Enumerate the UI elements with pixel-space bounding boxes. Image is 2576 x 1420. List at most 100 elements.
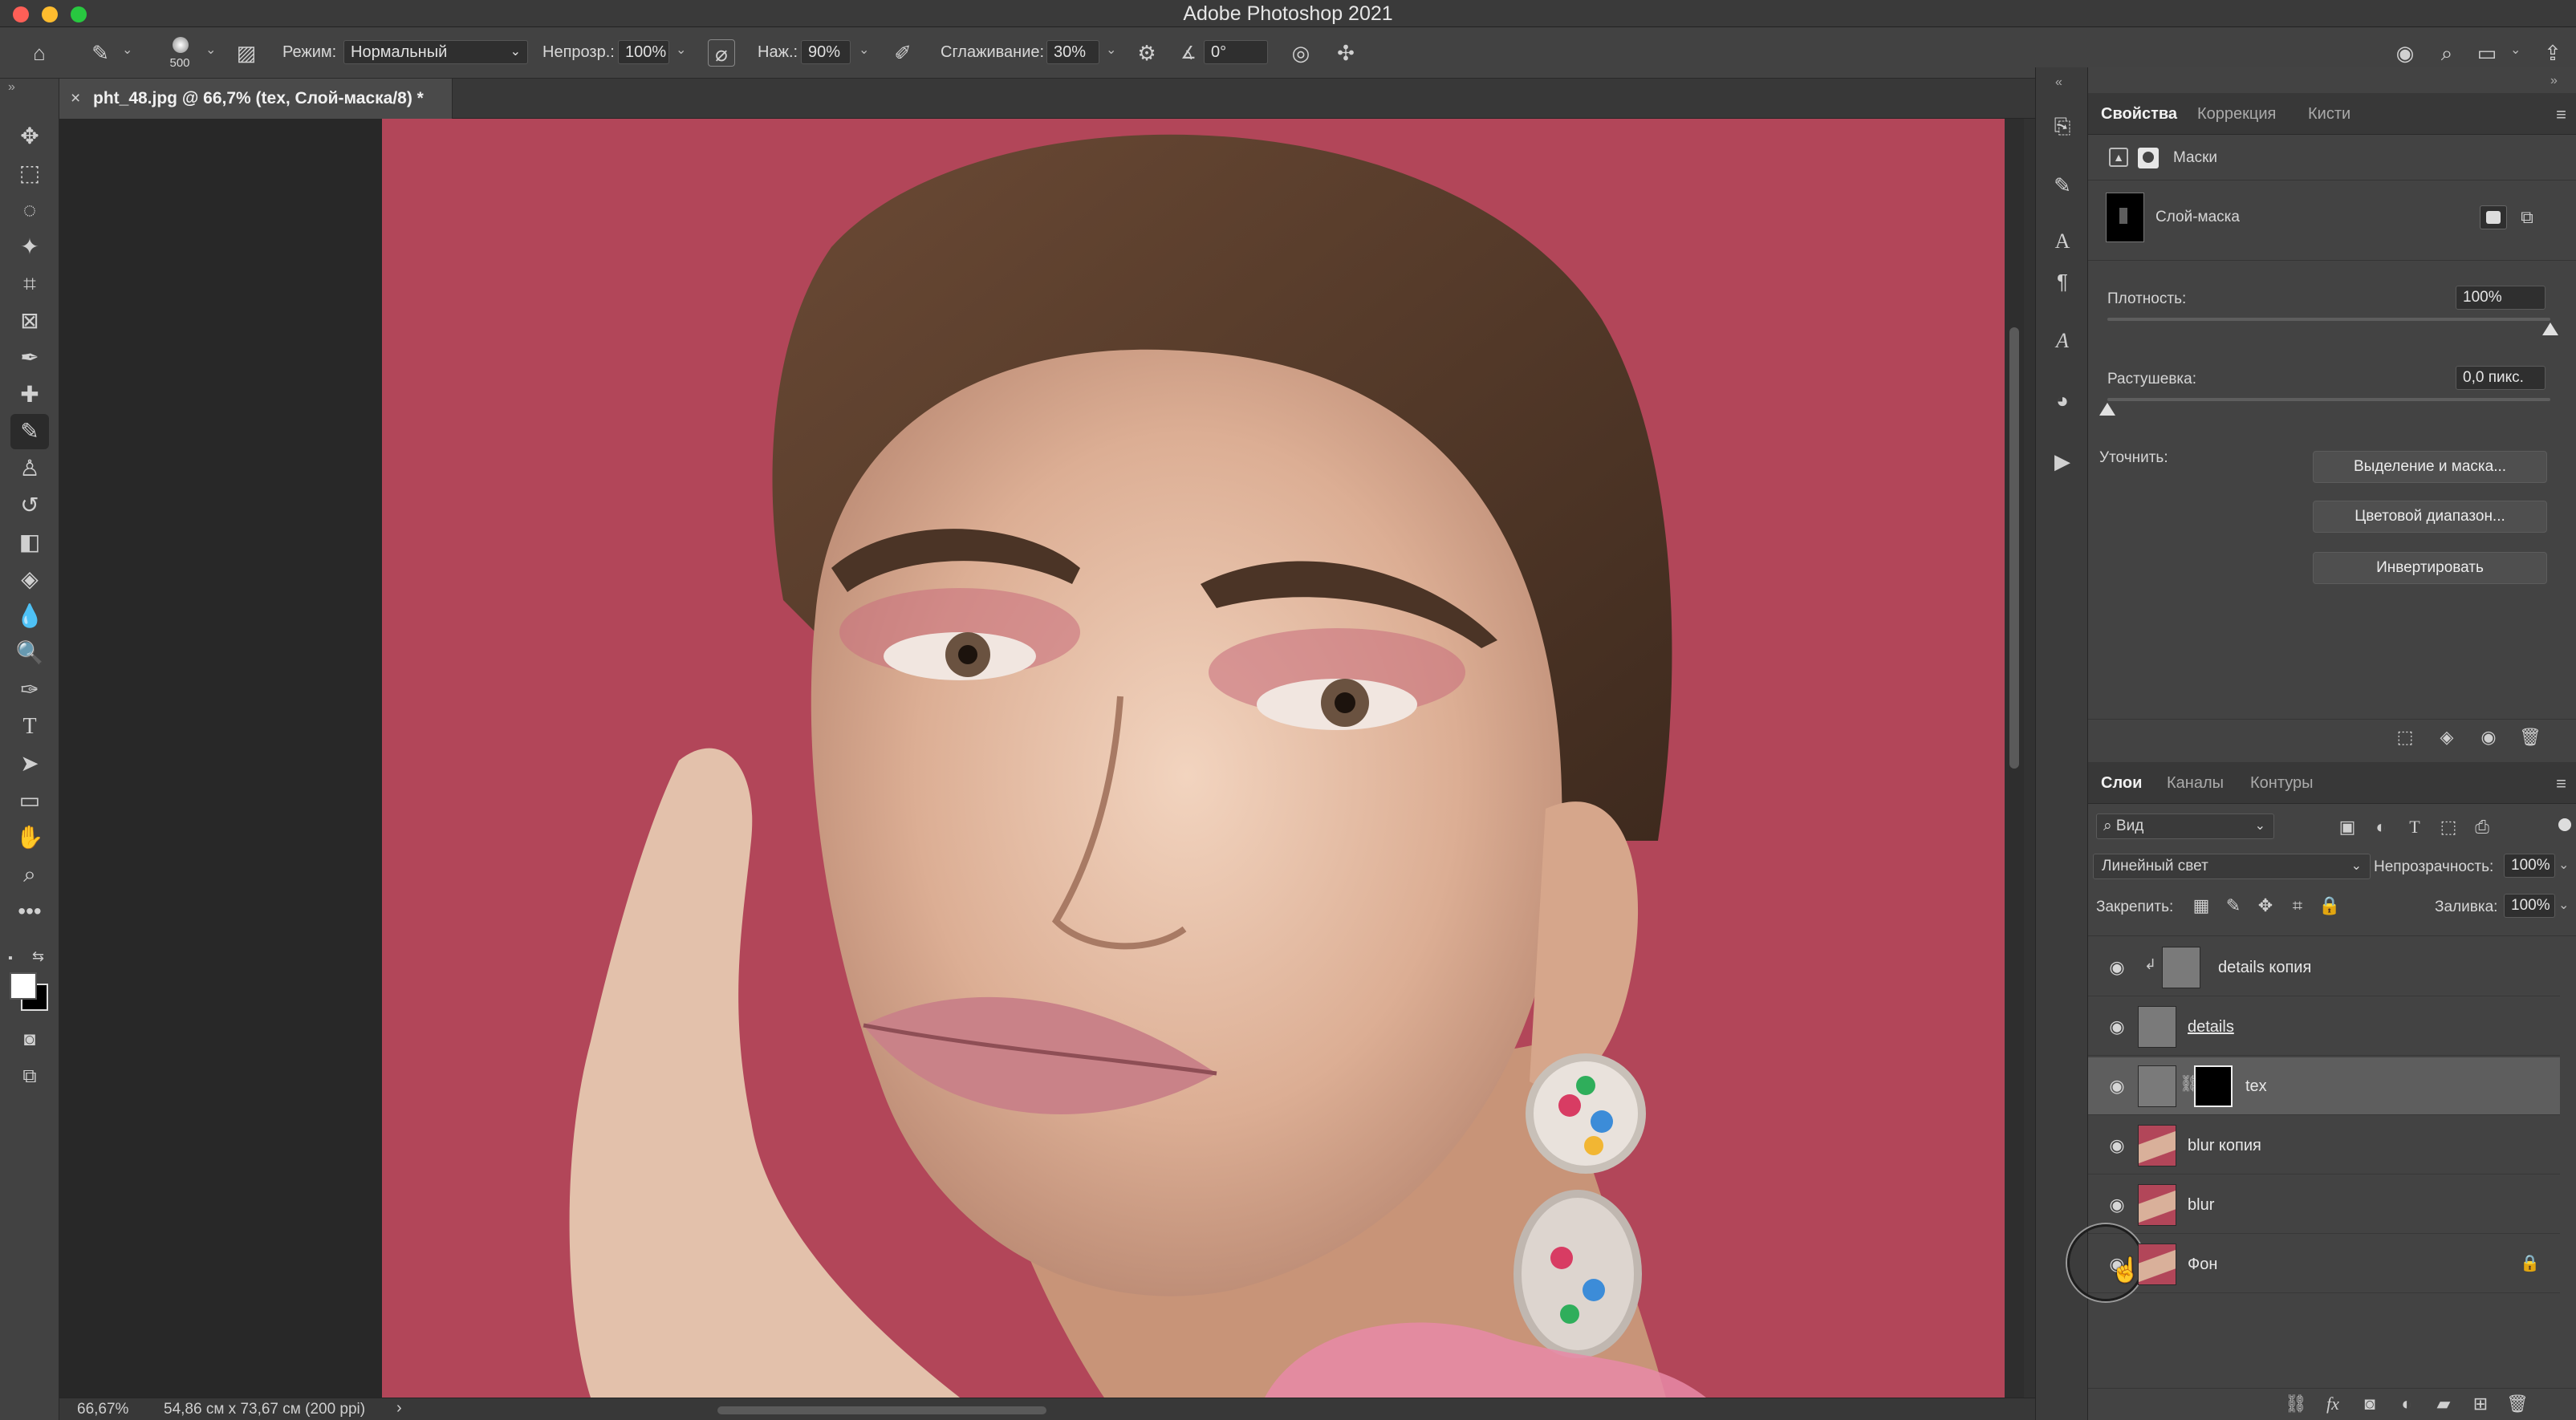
feather-slider-thumb[interactable]: [2099, 403, 2115, 416]
document-tab[interactable]: × pht_48.jpg @ 66,7% (tex, Слой-маска/8)…: [59, 79, 453, 119]
add-vector-mask-button[interactable]: ⧉: [2513, 204, 2541, 231]
chevron-down-icon[interactable]: ⌄: [859, 42, 869, 58]
vertical-scroll-thumb[interactable]: [2009, 327, 2019, 769]
filter-adjustment-icon[interactable]: ◐: [2369, 815, 2393, 839]
airbrush-icon[interactable]: ✐: [889, 39, 916, 67]
magic-wand-tool-icon[interactable]: ✦: [10, 229, 49, 265]
layer-row[interactable]: ◉ ☝ Фон 🔒: [2067, 1224, 2560, 1301]
density-slider-thumb[interactable]: [2542, 323, 2558, 335]
lasso-tool-icon[interactable]: ◌: [10, 193, 49, 228]
brush-tool-icon[interactable]: ✎: [10, 414, 49, 449]
layer-row[interactable]: ◉ blur: [2088, 1176, 2560, 1234]
move-tool-icon[interactable]: ✥: [10, 119, 49, 154]
trash-icon[interactable]: 🗑: [2505, 1392, 2529, 1416]
filter-shape-icon[interactable]: ⬚: [2436, 815, 2460, 839]
chevron-down-icon[interactable]: ⌄: [2558, 857, 2569, 873]
invert-button[interactable]: Инвертировать: [2313, 552, 2547, 584]
add-mask-icon[interactable]: ◙: [2358, 1392, 2382, 1416]
zoom-tool-icon[interactable]: ⌕: [10, 857, 49, 892]
feather-input[interactable]: 0,0 пикс.: [2456, 366, 2546, 390]
frame-tool-icon[interactable]: ⊠: [10, 303, 49, 339]
blur-tool-icon[interactable]: 💧: [10, 598, 49, 634]
history-brush-tool-icon[interactable]: ↺: [10, 488, 49, 523]
collapse-dock-icon[interactable]: «: [2055, 75, 2062, 90]
angle-input[interactable]: 0°: [1204, 40, 1268, 64]
eraser-tool-icon[interactable]: ◧: [10, 525, 49, 560]
layer-row[interactable]: ◉ ↲ details копия: [2088, 939, 2560, 996]
blend-mode-select[interactable]: Линейный свет ⌄: [2093, 854, 2371, 879]
filter-toggle[interactable]: [2558, 818, 2571, 831]
eye-icon[interactable]: ◉: [2476, 725, 2501, 749]
apply-mask-icon[interactable]: ◈: [2435, 725, 2459, 749]
tab-properties[interactable]: Свойства: [2101, 93, 2177, 135]
chevron-down-icon[interactable]: ⌄: [2510, 42, 2521, 58]
rectangle-tool-icon[interactable]: ▭: [10, 783, 49, 818]
swap-colors-icon[interactable]: ⇆: [32, 948, 44, 965]
lock-position-icon[interactable]: ✥: [2253, 894, 2277, 918]
density-input[interactable]: 100%: [2456, 286, 2546, 310]
lock-artboard-icon[interactable]: ⌗: [2285, 894, 2310, 918]
visibility-eye-icon[interactable]: ◉: [2106, 1134, 2128, 1157]
close-tab-icon[interactable]: ×: [71, 79, 80, 119]
fx-icon[interactable]: fx: [2321, 1392, 2345, 1416]
default-colors-icon[interactable]: ▪: [8, 951, 13, 966]
color-range-button[interactable]: Цветовой диапазон...: [2313, 501, 2547, 533]
collapse-toolbar-icon[interactable]: »: [8, 80, 15, 95]
dodge-tool-icon[interactable]: 🔍: [10, 635, 49, 671]
glyphs-panel-icon[interactable]: A: [2046, 324, 2079, 358]
select-and-mask-button[interactable]: Выделение и маска...: [2313, 451, 2547, 483]
filter-pixel-icon[interactable]: ▣: [2335, 815, 2359, 839]
load-selection-icon[interactable]: ⬚: [2393, 725, 2417, 749]
chevron-right-icon[interactable]: ›: [396, 1399, 402, 1418]
new-layer-icon[interactable]: ⊞: [2468, 1392, 2493, 1416]
quick-mask-icon[interactable]: ◙: [10, 1022, 49, 1057]
tab-layers[interactable]: Слои: [2101, 762, 2142, 804]
path-selection-tool-icon[interactable]: ➤: [10, 746, 49, 781]
link-layers-icon[interactable]: ⛓: [2284, 1392, 2308, 1416]
opacity-input[interactable]: 100%: [618, 40, 669, 64]
brush-size-preview[interactable]: 500: [165, 34, 194, 70]
expand-panels-icon[interactable]: »: [2550, 74, 2558, 88]
pen-tool-icon[interactable]: ✑: [10, 672, 49, 708]
pressure-size-icon[interactable]: ◎: [1287, 39, 1314, 67]
tab-adjustments[interactable]: Коррекция: [2197, 93, 2276, 135]
paint-bucket-tool-icon[interactable]: ◈: [10, 562, 49, 597]
tab-paths[interactable]: Контуры: [2250, 762, 2313, 804]
feather-slider[interactable]: [2107, 398, 2550, 401]
home-icon[interactable]: ⌂: [26, 39, 53, 67]
color-panel-icon[interactable]: ◕: [2046, 383, 2079, 417]
layer-opacity-input[interactable]: 100%: [2504, 854, 2555, 878]
healing-brush-tool-icon[interactable]: ✚: [10, 377, 49, 412]
visibility-eye-icon[interactable]: ◉: [2106, 1075, 2128, 1097]
panel-menu-icon[interactable]: ≡: [2556, 773, 2566, 794]
chevron-down-icon[interactable]: ⌄: [2558, 897, 2569, 913]
horizontal-scroll-thumb[interactable]: [717, 1406, 1046, 1414]
foreground-color-swatch[interactable]: [10, 972, 37, 1000]
layer-filter-select[interactable]: ⌕ Вид ⌄: [2096, 813, 2274, 839]
layer-row[interactable]: ◉ blur копия: [2088, 1117, 2560, 1175]
crop-tool-icon[interactable]: ⌗: [10, 266, 49, 302]
chevron-down-icon[interactable]: ⌄: [676, 42, 686, 58]
tab-brushes[interactable]: Кисти: [2308, 93, 2350, 135]
brush-preset-icon[interactable]: ✎: [87, 39, 114, 67]
actions-panel-icon[interactable]: ▶: [2046, 444, 2079, 478]
screen-mode-icon[interactable]: ⧉: [10, 1059, 49, 1094]
brush-settings-panel-icon[interactable]: ▨: [233, 39, 260, 67]
lock-image-icon[interactable]: ✎: [2221, 894, 2245, 918]
lock-transparent-icon[interactable]: ▦: [2189, 894, 2213, 918]
vertical-scrollbar[interactable]: [2005, 119, 2024, 1398]
symmetry-icon[interactable]: ✣: [1332, 39, 1359, 67]
adjustment-layer-icon[interactable]: ◐: [2395, 1392, 2419, 1416]
eyedropper-tool-icon[interactable]: ✒: [10, 340, 49, 375]
mask-thumbnail[interactable]: [2194, 1065, 2233, 1107]
workspace-icon[interactable]: ▭: [2473, 39, 2501, 67]
panel-menu-icon[interactable]: ≡: [2556, 104, 2566, 125]
select-pixel-mask-button[interactable]: [2480, 205, 2507, 229]
brush-settings-icon[interactable]: ✎: [2046, 168, 2079, 202]
pressure-opacity-icon[interactable]: ⌀: [708, 39, 735, 67]
group-folder-icon[interactable]: ▰: [2432, 1392, 2456, 1416]
smoothing-input[interactable]: 30%: [1046, 40, 1099, 64]
layer-row[interactable]: ◉ details: [2088, 998, 2560, 1056]
chevron-down-icon[interactable]: ⌄: [122, 42, 132, 58]
visibility-eye-icon[interactable]: ◉: [2106, 1194, 2128, 1216]
